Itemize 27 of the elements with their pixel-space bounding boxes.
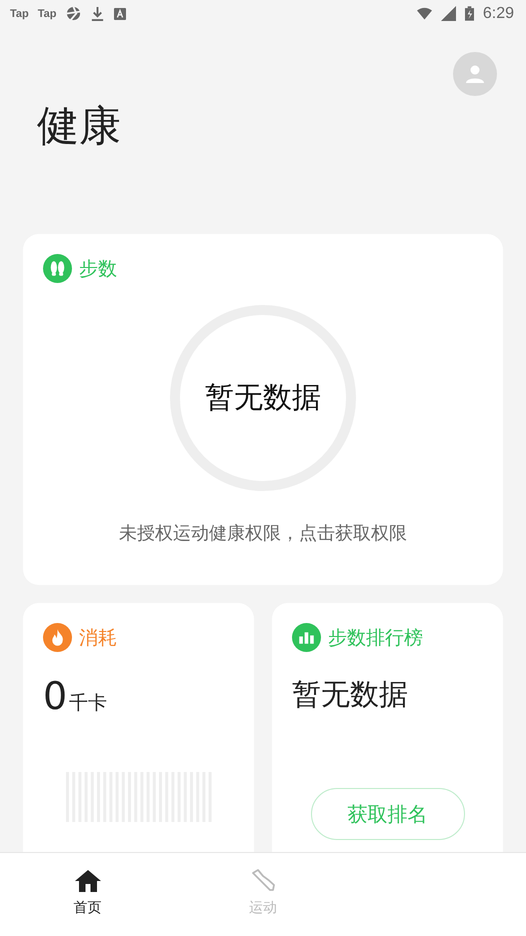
nav-tab[interactable]: 首页	[0, 853, 176, 936]
card-title: 步数	[79, 256, 117, 282]
ring-text: 暂无数据	[205, 379, 321, 416]
signal-icon	[440, 6, 456, 21]
card-title: 消耗	[79, 626, 117, 651]
person-icon	[465, 64, 485, 84]
bar-chart-icon	[292, 623, 321, 652]
notification-label: Tap	[38, 8, 56, 20]
notification-label: Tap	[10, 8, 29, 20]
battery-icon	[464, 6, 474, 21]
download-icon	[90, 6, 104, 21]
flame-icon	[43, 623, 72, 652]
steps-card[interactable]: 步数 暂无数据 未授权运动健康权限，点击获取权限	[23, 234, 503, 586]
calories-value: 0	[43, 674, 68, 718]
wifi-icon	[416, 6, 432, 21]
calories-unit: 千卡	[69, 691, 108, 716]
page-title: 健康	[36, 100, 122, 152]
ranking-value: 暂无数据	[292, 676, 409, 714]
card-title: 步数排行榜	[328, 626, 423, 651]
ranking-card[interactable]: 步数排行榜 暂无数据 获取排名	[272, 603, 503, 852]
clock-time: 6:29	[482, 4, 514, 22]
permission-hint[interactable]: 未授权运动健康权限，点击获取权限	[119, 521, 407, 546]
aperture-icon	[66, 6, 80, 21]
footprints-icon	[43, 254, 72, 284]
font-icon	[114, 8, 126, 20]
calories-card[interactable]: 消耗 0 千卡	[23, 603, 254, 852]
avatar-button[interactable]	[453, 52, 497, 96]
